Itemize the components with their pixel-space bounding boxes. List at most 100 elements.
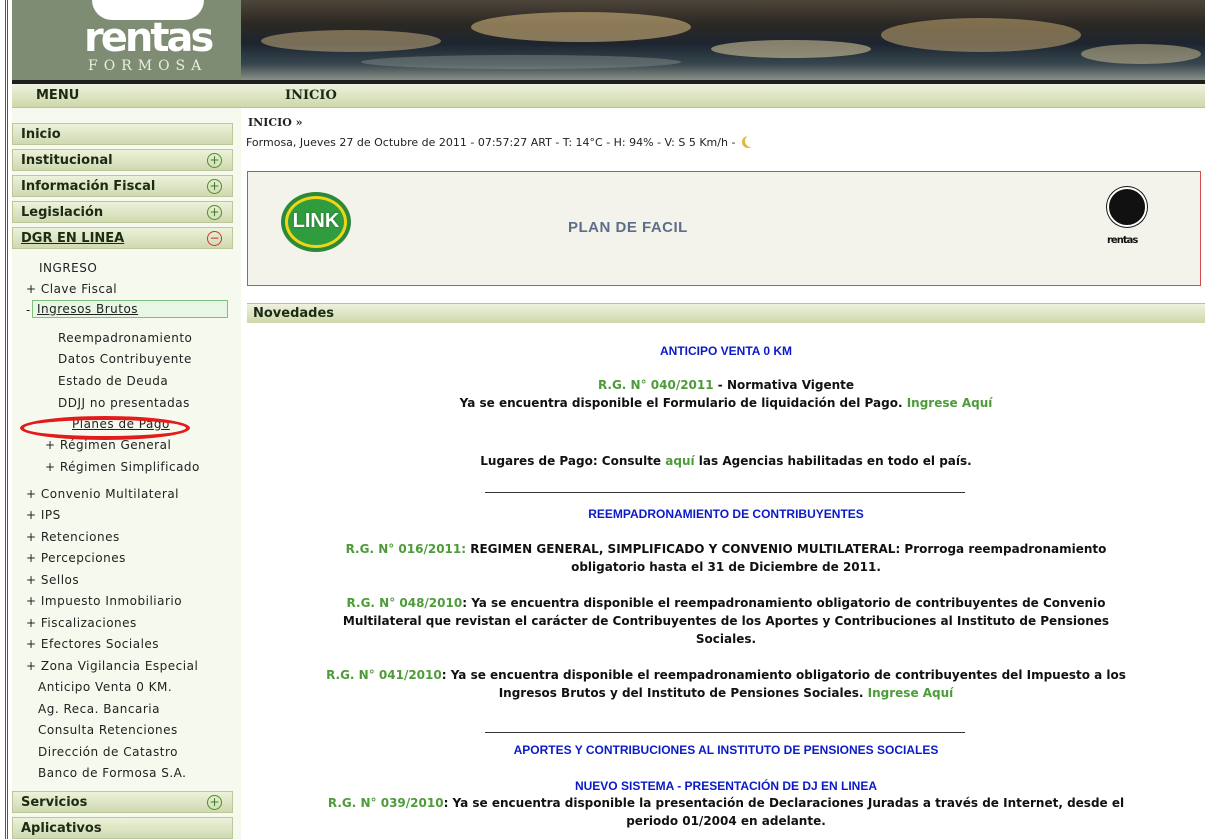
sub-percepciones[interactable]: + Percepciones (26, 551, 126, 565)
nav-institucional-label: Institucional (21, 153, 113, 168)
status-line-text: Formosa, Jueves 27 de Octubre de 2011 - … (246, 136, 736, 149)
novedades-header: Novedades (247, 303, 1205, 323)
sub-ag-reca[interactable]: Ag. Reca. Bancaria (38, 702, 160, 716)
news-lugares: Lugares de Pago: Consulte aquí las Agenc… (247, 453, 1205, 470)
window-frame-edge (0, 0, 8, 839)
rg039-link[interactable]: R.G. N° 039/2010 (328, 796, 444, 810)
sub-ib-prefix: - (26, 303, 31, 317)
lugares-pre: Lugares de Pago: Consulte (480, 454, 666, 468)
anticipo-title-link[interactable]: ANTICIPO VENTA 0 KM (660, 344, 792, 358)
rg039-text: : Ya se encuentra disponible la presenta… (443, 796, 1125, 810)
nav-servicios[interactable]: Servicios + (12, 791, 233, 813)
news-anticipo-title: ANTICIPO VENTA 0 KM (247, 343, 1205, 360)
news-rg016: R.G. N° 016/2011: REGIMEN GENERAL, SIMPL… (247, 541, 1205, 558)
news-aportes-title: APORTES Y CONTRIBUCIONES AL INSTITUTO DE… (247, 742, 1205, 759)
sub-regimen-general[interactable]: + Régimen General (45, 438, 171, 452)
logo-wordmark: rentas (84, 15, 214, 61)
sub-ips[interactable]: + IPS (26, 508, 61, 522)
aqui-link[interactable]: aquí (665, 454, 694, 468)
news-rg039: R.G. N° 039/2010: Ya se encuentra dispon… (247, 795, 1205, 812)
promo-text: PLAN DE FACIL (568, 219, 748, 237)
news-rg040: R.G. N° 040/2011 - Normativa Vigente (247, 377, 1205, 394)
aportes-title-link[interactable]: APORTES Y CONTRIBUCIONES AL INSTITUTO DE… (514, 743, 939, 757)
link-logo: LINK (281, 192, 351, 252)
main-content: INICIO » Formosa, Jueves 27 de Octubre d… (241, 108, 1205, 839)
sub-catastro[interactable]: Dirección de Catastro (38, 745, 178, 759)
sub-fiscalizaciones[interactable]: + Fiscalizaciones (26, 616, 137, 630)
rg048-link[interactable]: R.G. N° 048/2010 (347, 596, 463, 610)
lugares-post: las Agencias habilitadas en todo el país… (694, 454, 972, 468)
nav-legislacion-label: Legislación (21, 205, 104, 220)
sub-ingresos-brutos[interactable]: Ingresos Brutos (32, 300, 228, 318)
news-nuevo-title: NUEVO SISTEMA - PRESENTACIÓN DE DJ EN LI… (247, 778, 1205, 795)
menu-header: MENU (12, 84, 241, 108)
promo-banner[interactable]: LINK PLAN DE FACIL rentas (247, 171, 1201, 286)
link-logo-text: LINK (292, 210, 340, 232)
nav-legislacion[interactable]: Legislación + (12, 201, 233, 223)
sub-regimen-simplificado[interactable]: + Régimen Simplificado (45, 460, 200, 474)
nav-inicio[interactable]: Inicio (12, 123, 233, 145)
sub-retenciones[interactable]: + Retenciones (26, 530, 120, 544)
moon-icon (745, 135, 757, 147)
sub-estado-deuda[interactable]: Estado de Deuda (58, 374, 168, 388)
news-rg039-line2: periodo 01/2004 en adelante. (626, 814, 826, 828)
rg041-link[interactable]: R.G. N° 041/2010 (326, 668, 442, 682)
sub-sellos[interactable]: + Sellos (26, 573, 79, 587)
nav-institucional[interactable]: Institucional + (12, 149, 233, 171)
sub-ingreso[interactable]: INGRESO (39, 261, 97, 275)
section-header: INICIO (241, 84, 1205, 108)
nav-servicios-label: Servicios (21, 795, 88, 810)
sub-inmobiliario[interactable]: + Impuesto Inmobiliario (26, 594, 182, 608)
rg016-text: REGIMEN GENERAL, SIMPLIFICADO Y CONVENIO… (466, 542, 1107, 556)
annotation-highlight-oval (20, 416, 190, 440)
ingrese-aqui-link-2[interactable]: Ingrese Aquí (868, 686, 954, 700)
sub-clave-fiscal[interactable]: + Clave Fiscal (26, 282, 117, 296)
nav-dgr-en-linea[interactable]: DGR EN LINEA − (12, 227, 233, 249)
news-rg041-line2: Ingresos Brutos y del Instituto de Pensi… (247, 685, 1205, 702)
rg040-line2-text: Ya se encuentra disponible el Formulario… (459, 396, 907, 410)
sub-zona-vigilancia[interactable]: + Zona Vigilancia Especial (26, 659, 198, 673)
sub-reempadronamiento[interactable]: Reempadronamiento (58, 331, 192, 345)
nav-inicio-label: Inicio (21, 127, 61, 142)
reemp-title-link[interactable]: REEMPADRONAMIENTO DE CONTRIBUYENTES (588, 507, 864, 521)
sub-ddjj[interactable]: DDJJ no presentadas (58, 396, 190, 410)
news-rg040-line2: Ya se encuentra disponible el Formulario… (247, 395, 1205, 412)
nav-informacion-fiscal[interactable]: Información Fiscal + (12, 175, 233, 197)
breadcrumb[interactable]: INICIO » (248, 116, 303, 129)
expand-icon[interactable]: + (207, 179, 222, 194)
expand-icon[interactable]: + (207, 153, 222, 168)
nav-informacion-fiscal-label: Información Fiscal (21, 179, 156, 194)
nav-aplicativos[interactable]: Aplicativos (12, 817, 233, 839)
header-banner-image (241, 0, 1205, 80)
rg041-text: : Ya se encuentra disponible el reempadr… (441, 668, 1126, 682)
nav-aplicativos-label: Aplicativos (21, 821, 102, 836)
rentas-seal-logo: rentas (1107, 187, 1147, 267)
sub-datos-contribuyente[interactable]: Datos Contribuyente (58, 352, 192, 366)
rg016-link[interactable]: R.G. N° 016/2011: (346, 542, 466, 556)
sub-banco[interactable]: Banco de Formosa S.A. (38, 766, 187, 780)
ingrese-aqui-link[interactable]: Ingrese Aquí (907, 396, 993, 410)
rentas-logo[interactable]: rentas FORMOSA (12, 0, 241, 80)
divider (485, 732, 965, 733)
sub-convenio[interactable]: + Convenio Multilateral (26, 487, 179, 501)
collapse-icon[interactable]: − (207, 231, 222, 246)
logo-region: FORMOSA (88, 58, 208, 74)
expand-icon[interactable]: + (207, 795, 222, 810)
rg041-line2-text: Ingresos Brutos y del Instituto de Pensi… (498, 686, 868, 700)
sub-efectores[interactable]: + Efectores Sociales (26, 637, 159, 651)
news-rg041: R.G. N° 041/2010: Ya se encuentra dispon… (247, 667, 1205, 684)
news-rg048: R.G. N° 048/2010: Ya se encuentra dispon… (247, 595, 1205, 612)
nav-dgr-label: DGR EN LINEA (21, 231, 125, 246)
sub-consulta-retenciones[interactable]: Consulta Retenciones (38, 723, 178, 737)
sub-anticipo[interactable]: Anticipo Venta 0 KM. (38, 680, 172, 694)
news-reemp-title: REEMPADRONAMIENTO DE CONTRIBUYENTES (247, 506, 1205, 523)
news-rg048-line3: Sociales. (695, 632, 757, 646)
seal-wordmark: rentas (1107, 235, 1138, 246)
expand-icon[interactable]: + (207, 205, 222, 220)
news-rg048-line2: Multilateral que revistan el carácter de… (342, 614, 1110, 628)
news-rg016-line2: obligatorio hasta el 31 de Diciembre de … (571, 560, 881, 574)
rg048-text: : Ya se encuentra disponible el reempadr… (462, 596, 1106, 610)
rg040-link[interactable]: R.G. N° 040/2011 (598, 378, 714, 392)
nuevo-sistema-link[interactable]: NUEVO SISTEMA - PRESENTACIÓN DE DJ EN LI… (575, 779, 877, 793)
status-line: Formosa, Jueves 27 de Octubre de 2011 - … (246, 135, 757, 149)
